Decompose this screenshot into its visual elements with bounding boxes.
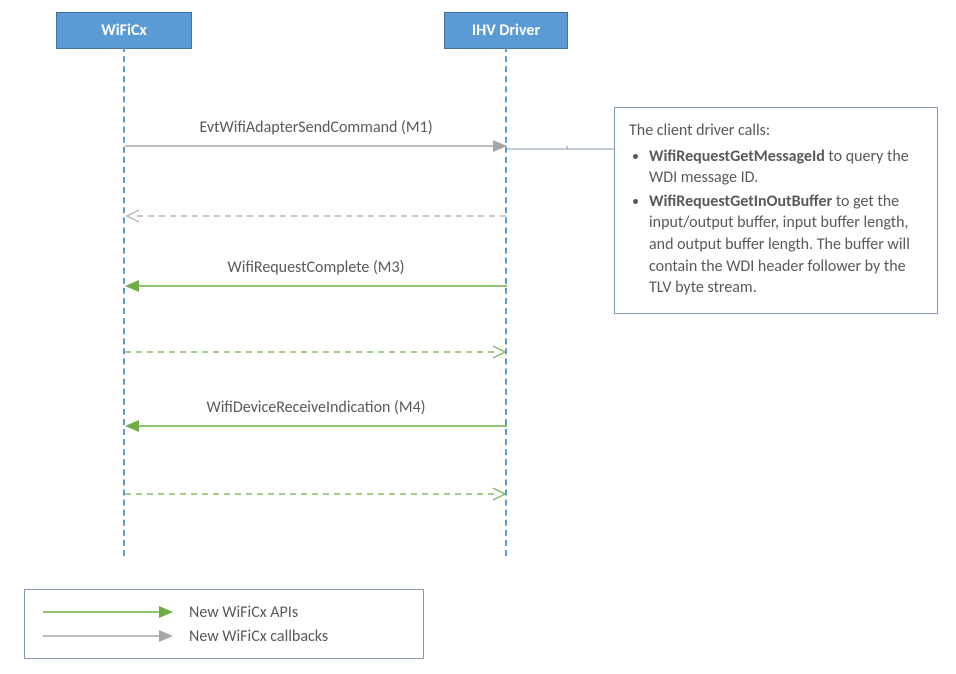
arrow-left-dashed-icon xyxy=(125,209,507,223)
message-m4-label: WifiDeviceReceiveIndication (M4) xyxy=(125,398,507,417)
arrow-right-icon xyxy=(125,139,507,153)
return-m4 xyxy=(125,487,507,501)
legend-row-apis: New WiFiCx APIs xyxy=(43,600,405,624)
return-m1 xyxy=(125,209,507,223)
arrow-right-dashed-icon xyxy=(125,487,507,501)
legend-callbacks-label: New WiFiCx callbacks xyxy=(189,627,328,646)
legend-box: New WiFiCx APIs New WiFiCx callbacks xyxy=(24,589,424,659)
arrow-left-icon xyxy=(125,279,507,293)
message-m1-label: EvtWifiAdapterSendCommand (M1) xyxy=(125,118,507,137)
arrow-right-dashed-icon xyxy=(125,345,507,359)
participant-wificx: WiFiCx xyxy=(56,12,192,49)
message-m3-label: WifiRequestComplete (M3) xyxy=(125,258,507,277)
legend-arrow-green-icon xyxy=(43,605,173,619)
arrow-left-icon xyxy=(125,419,507,433)
return-m3 xyxy=(125,345,507,359)
participant-ihv-driver: IHV Driver xyxy=(444,12,568,49)
legend-apis-label: New WiFiCx APIs xyxy=(189,603,298,622)
message-m4: WifiDeviceReceiveIndication (M4) xyxy=(125,398,507,433)
note-connector xyxy=(507,146,617,176)
legend-arrow-gray-icon xyxy=(43,629,173,643)
note-intro: The client driver calls: xyxy=(629,120,923,142)
note-item-1-bold: WifiRequestGetMessageId xyxy=(649,147,825,166)
note-item-2: WifiRequestGetInOutBuffer to get the inp… xyxy=(649,191,923,299)
note-box: The client driver calls: WifiRequestGetM… xyxy=(614,107,938,314)
message-m3: WifiRequestComplete (M3) xyxy=(125,258,507,293)
note-item-1: WifiRequestGetMessageId to query the WDI… xyxy=(649,146,923,189)
note-item-2-bold: WifiRequestGetInOutBuffer xyxy=(649,192,832,211)
message-m1: EvtWifiAdapterSendCommand (M1) xyxy=(125,118,507,153)
legend-row-callbacks: New WiFiCx callbacks xyxy=(43,624,405,648)
